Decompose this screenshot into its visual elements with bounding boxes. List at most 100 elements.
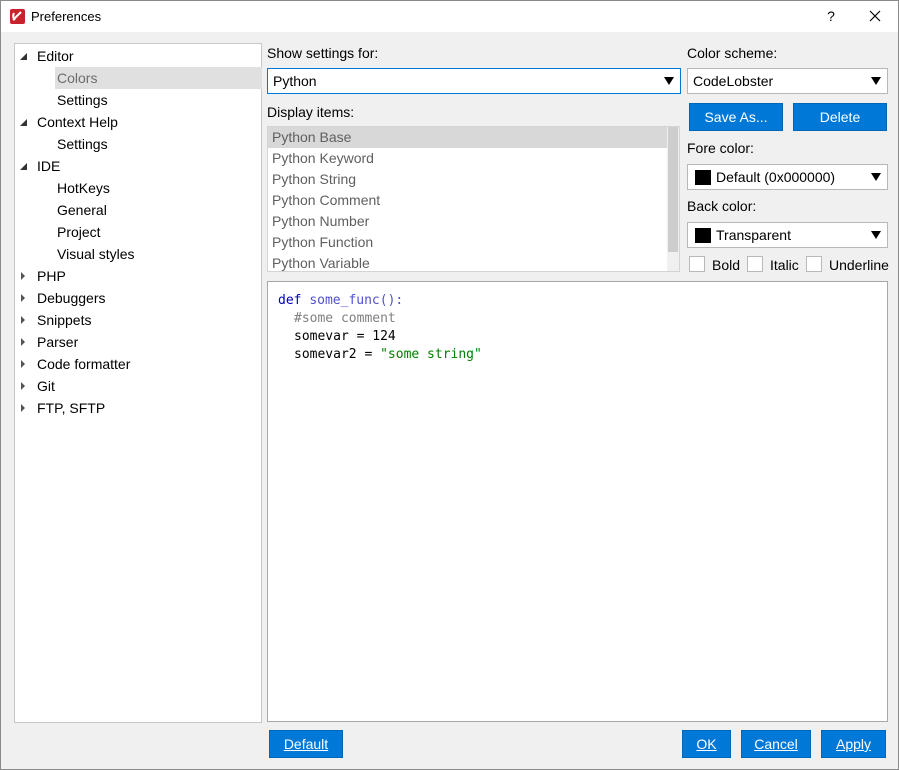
tree-item-label: Snippets <box>37 312 92 328</box>
tree-item-label: Settings <box>57 136 108 152</box>
tree-item-label: Visual styles <box>57 246 135 262</box>
title-bar: Preferences ? <box>1 1 898 32</box>
color-scheme-label: Color scheme: <box>687 45 778 61</box>
code-line: somevar = 124 <box>294 329 396 344</box>
tree-item-editor[interactable]: Editor <box>20 45 74 67</box>
code-text: somevar2 = <box>294 347 381 362</box>
default-button[interactable]: Default <box>269 730 343 758</box>
show-settings-label: Show settings for: <box>267 45 379 61</box>
code-preview[interactable]: def some_func(): #some comment somevar =… <box>267 281 888 722</box>
collapsed-arrow-icon[interactable] <box>19 375 31 397</box>
tree-item-label: Code formatter <box>37 356 131 372</box>
code-line: somevar2 = "some string" <box>294 346 482 364</box>
chevron-down-icon <box>871 77 881 85</box>
tree-item-git[interactable]: Git <box>21 375 55 397</box>
italic-checkbox[interactable] <box>747 256 763 272</box>
tree-item-parser[interactable]: Parser <box>21 331 78 353</box>
tree-item-context-help-settings[interactable]: Settings <box>57 133 108 155</box>
code-string: "some string" <box>380 347 482 362</box>
list-item[interactable]: Python String <box>268 169 670 190</box>
chevron-down-icon <box>664 77 674 85</box>
back-color-value: Transparent <box>716 227 791 243</box>
underline-checkbox[interactable] <box>806 256 822 272</box>
close-button[interactable] <box>863 5 887 27</box>
tree-item-label: HotKeys <box>57 180 110 196</box>
tree-item-hotkeys[interactable]: HotKeys <box>57 177 110 199</box>
color-scheme-select[interactable]: CodeLobster <box>687 68 888 94</box>
window-title: Preferences <box>31 9 102 24</box>
save-as-button[interactable]: Save As... <box>689 103 783 131</box>
tree-item-colors[interactable]: Colors <box>55 67 262 89</box>
tree-item-label: Editor <box>37 48 74 64</box>
display-items-label: Display items: <box>267 104 355 120</box>
tree-item-project[interactable]: Project <box>57 221 101 243</box>
app-logo-icon <box>10 9 25 24</box>
bold-label: Bold <box>712 257 741 273</box>
cancel-button-label: Cancel <box>754 736 798 752</box>
list-item[interactable]: Python Number <box>268 211 670 232</box>
tree-item-label: IDE <box>37 158 61 174</box>
collapsed-arrow-icon[interactable] <box>19 309 31 331</box>
tree-item-label: Settings <box>57 92 108 108</box>
code-line: def some_func(): <box>278 292 403 310</box>
back-color-select[interactable]: Transparent <box>687 222 888 248</box>
default-button-label: Default <box>283 736 329 752</box>
collapsed-arrow-icon[interactable] <box>19 287 31 309</box>
tree-item-snippets[interactable]: Snippets <box>21 309 92 331</box>
bold-checkbox[interactable] <box>689 256 705 272</box>
back-color-label: Back color: <box>687 198 757 214</box>
chevron-down-icon <box>871 173 881 181</box>
code-function: some_func(): <box>309 293 404 308</box>
collapsed-arrow-icon[interactable] <box>19 331 31 353</box>
list-item[interactable]: Python Keyword <box>268 148 670 169</box>
collapsed-arrow-icon[interactable] <box>19 353 31 375</box>
color-scheme-value: CodeLobster <box>693 73 774 89</box>
fore-color-value: Default (0x000000) <box>716 169 836 185</box>
ok-button-label: OK <box>696 736 717 752</box>
tree-item-label: General <box>57 202 107 218</box>
tree-item-label: Git <box>37 378 55 394</box>
collapsed-arrow-icon[interactable] <box>19 397 31 419</box>
apply-button[interactable]: Apply <box>821 730 886 758</box>
delete-button[interactable]: Delete <box>793 103 887 131</box>
collapsed-arrow-icon[interactable] <box>19 265 31 287</box>
tree-item-label: Colors <box>57 70 98 86</box>
code-comment: #some comment <box>294 311 396 326</box>
show-settings-select[interactable]: Python <box>267 68 681 94</box>
list-item[interactable]: Python Base <box>268 127 670 148</box>
scrollbar-thumb[interactable] <box>668 127 678 252</box>
list-item[interactable]: Python Function <box>268 232 670 253</box>
fore-color-select[interactable]: Default (0x000000) <box>687 164 888 190</box>
back-color-swatch <box>695 228 711 243</box>
tree-item-ide[interactable]: IDE <box>20 155 61 177</box>
chevron-down-icon <box>871 231 881 239</box>
display-items-list: Python Base Python Keyword Python String… <box>267 126 680 272</box>
code-keyword: def <box>278 293 302 308</box>
preferences-window: Preferences ? Editor Colors Settings Con… <box>0 0 899 770</box>
apply-button-label: Apply <box>835 736 872 752</box>
help-button[interactable]: ? <box>821 5 841 27</box>
tree-item-label: Project <box>57 224 101 240</box>
list-item[interactable]: Python Comment <box>268 190 670 211</box>
cancel-button[interactable]: Cancel <box>741 730 811 758</box>
tree-item-code-formatter[interactable]: Code formatter <box>21 353 131 375</box>
list-item[interactable]: Python Variable <box>268 253 670 271</box>
tree-item-visual-styles[interactable]: Visual styles <box>57 243 135 265</box>
close-icon <box>869 10 881 22</box>
underline-label: Underline <box>829 257 889 273</box>
tree-item-debuggers[interactable]: Debuggers <box>21 287 106 309</box>
expanded-arrow-icon[interactable] <box>19 155 31 177</box>
tree-item-label: Debuggers <box>37 290 106 306</box>
list-scrollbar[interactable] <box>667 127 679 271</box>
expanded-arrow-icon[interactable] <box>19 111 31 133</box>
tree-item-label: FTP, SFTP <box>37 400 106 416</box>
ok-button[interactable]: OK <box>682 730 731 758</box>
tree-item-php[interactable]: PHP <box>21 265 66 287</box>
tree-item-context-help[interactable]: Context Help <box>20 111 118 133</box>
tree-item-label: Context Help <box>37 114 118 130</box>
tree-item-ftp-sftp[interactable]: FTP, SFTP <box>21 397 106 419</box>
tree-item-editor-settings[interactable]: Settings <box>57 89 108 111</box>
expanded-arrow-icon[interactable] <box>19 45 31 67</box>
show-settings-value: Python <box>273 73 317 89</box>
tree-item-general[interactable]: General <box>57 199 107 221</box>
